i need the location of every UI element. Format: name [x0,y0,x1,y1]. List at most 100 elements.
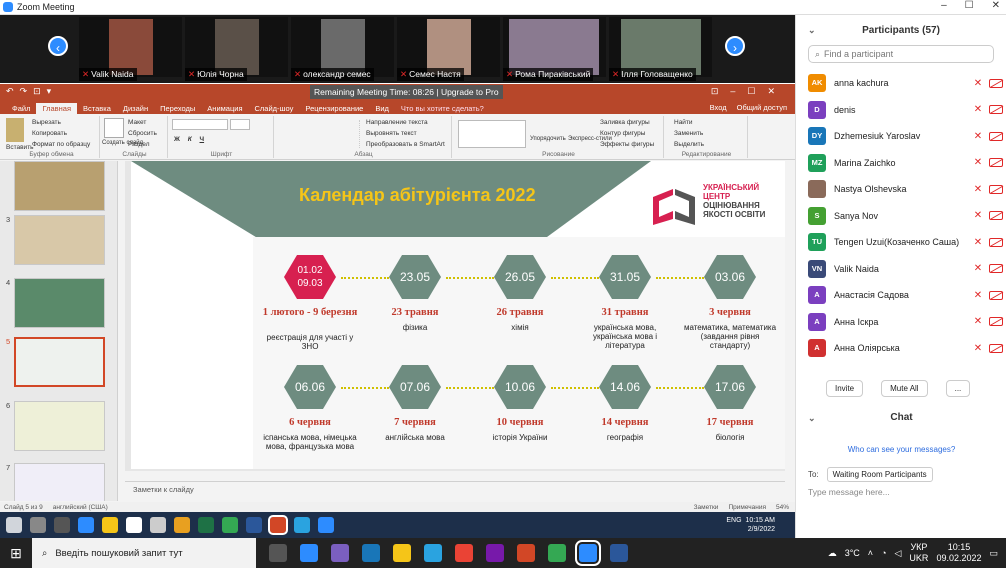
participant-row[interactable]: MZ Marina Zaichko ✕ [808,150,1003,176]
reset-button[interactable]: Сбросить [128,128,157,139]
tab-insert[interactable]: Вставка [77,103,117,114]
video-tile[interactable]: ✕ Юлія Чорна [185,17,288,81]
search-icon[interactable] [30,517,46,533]
tab-design[interactable]: Дизайн [117,103,154,114]
zoom-level[interactable]: 54% [776,504,789,511]
muted-mic-icon[interactable]: ✕ [971,237,985,248]
shape-effects-button[interactable]: Эффекты фигуры [600,139,654,150]
invite-button[interactable]: Invite [826,380,864,397]
mute-all-button[interactable]: Mute All [881,380,928,397]
edge-icon[interactable] [300,544,318,562]
chat-message-input[interactable]: Type message here... [808,487,890,497]
zoom-icon[interactable] [318,517,334,533]
tray-chevron-icon[interactable]: ˄ [868,548,873,558]
powerpoint-icon[interactable] [268,515,288,535]
minimize-icon[interactable]: – [941,0,947,11]
tab-view[interactable]: Вид [369,103,395,114]
muted-mic-icon[interactable]: ✕ [971,104,985,115]
find-button[interactable]: Найти [674,117,704,128]
text-direction-button[interactable]: Направление текста [366,117,445,128]
video-off-icon[interactable] [989,237,1003,247]
viber-icon[interactable] [331,544,349,562]
mail-icon[interactable] [362,544,380,562]
shapes-gallery[interactable] [458,120,526,148]
video-tile[interactable]: ✕ Ілля Головащенко [609,17,712,81]
taskbar-search-input[interactable]: ⌕ Введіть пошуковий запит тут [32,538,256,568]
new-slide-icon[interactable] [104,118,124,138]
excel-icon[interactable] [198,517,214,533]
video-tile[interactable]: ✕ олександр семес [291,17,394,81]
clock[interactable]: 10:15 09.02.2022 [936,542,981,564]
select-button[interactable]: Выделить [674,139,704,150]
participant-row[interactable]: Nastya Olshevska ✕ [808,176,1003,202]
telegram-icon[interactable] [424,544,442,562]
participant-row[interactable]: VN Valik Naida ✕ [808,256,1003,282]
shape-fill-button[interactable]: Заливка фигуры [600,117,654,128]
volume-icon[interactable]: ◁ [895,548,902,559]
more-button[interactable]: ... [945,380,971,397]
paragraph-buttons[interactable] [280,120,360,148]
next-page-button[interactable]: › [725,36,745,56]
powerpoint-icon[interactable] [517,544,535,562]
close-icon[interactable]: ✕ [992,0,1000,11]
weather-icon[interactable]: ☁ [828,548,837,559]
chrome-profile-icon[interactable] [548,544,566,562]
layout-button[interactable]: Макет [128,117,157,128]
task-view-icon[interactable] [269,544,287,562]
slide-thumbnail[interactable]: 5 [4,337,114,389]
remaining-time-banner[interactable]: Remaining Meeting Time: 08:26 | Upgrade … [310,85,503,99]
video-off-icon[interactable] [989,105,1003,114]
chevron-down-icon[interactable]: ⌄ [808,408,816,428]
copy-button[interactable]: Копировать [32,128,90,139]
muted-mic-icon[interactable]: ✕ [971,131,985,142]
who-can-see-link[interactable]: Who can see your messages? [796,445,1006,454]
current-slide[interactable]: Календар абітурієнта 2022 УКРАЇНСЬКИЙ ЦЕН… [131,161,785,469]
video-tile[interactable]: ✕ Рома Пираківський [503,17,606,81]
participant-row[interactable]: A Анастасія Садова ✕ [808,282,1003,308]
login-link[interactable]: Вход [710,103,727,112]
participant-row[interactable]: S Sanya Nov ✕ [808,203,1003,229]
participant-row[interactable]: A Анна Оліярська ✕ [808,335,1003,361]
slide-thumbnail[interactable]: 4 [4,278,114,330]
notifications-icon[interactable]: ▭ [989,548,998,559]
edge-icon[interactable] [78,517,94,533]
font-family-select[interactable] [172,119,228,130]
slide-thumbnail[interactable] [4,161,114,213]
tab-file[interactable]: Файл [6,103,36,114]
tell-me-input[interactable]: Что вы хотите сделать? [395,103,490,114]
muted-mic-icon[interactable]: ✕ [971,316,985,327]
video-off-icon[interactable] [989,317,1003,326]
replace-button[interactable]: Заменить [674,128,704,139]
tab-animation[interactable]: Анимация [201,103,248,114]
section-button[interactable]: Раздел [128,139,157,150]
participant-row[interactable]: A Анна Іскра ✕ [808,309,1003,335]
explorer-icon[interactable] [393,544,411,562]
arrange-button[interactable]: Упорядочить [530,134,566,145]
participant-search-input[interactable]: ⌕ Find a participant [808,45,994,63]
participant-row[interactable]: Ddenis ✕ [808,97,1003,123]
video-off-icon[interactable] [989,343,1003,353]
windows-start-icon[interactable] [6,517,22,533]
video-off-icon[interactable] [989,290,1003,300]
muted-mic-icon[interactable]: ✕ [971,184,985,195]
bold-button[interactable]: Ж [174,136,180,143]
muted-mic-icon[interactable]: ✕ [971,290,985,301]
network-icon[interactable]: ◔ [881,548,886,558]
video-off-icon[interactable] [989,131,1003,141]
participant-row[interactable]: TU Tengen Uzui(Козаченко Саша) ✕ [808,229,1003,255]
app-icon[interactable] [174,517,190,533]
cut-button[interactable]: Вырезать [32,117,90,128]
smartart-button[interactable]: Преобразовать в SmartArt [366,139,445,150]
slide-thumbnail[interactable]: 3 [4,215,114,267]
align-text-button[interactable]: Выровнять текст [366,128,445,139]
comments-toggle[interactable]: Примечания [728,504,766,511]
mail-icon[interactable] [126,517,142,533]
store-icon[interactable] [150,517,166,533]
share-button[interactable]: Общий доступ [737,103,787,112]
explorer-icon[interactable] [102,517,118,533]
chevron-down-icon[interactable]: ⌄ [808,25,816,36]
video-off-icon[interactable] [989,264,1003,273]
shape-outline-button[interactable]: Контур фигуры [600,128,654,139]
muted-mic-icon[interactable]: ✕ [971,263,985,274]
format-painter-button[interactable]: Формат по образцу [32,139,90,150]
